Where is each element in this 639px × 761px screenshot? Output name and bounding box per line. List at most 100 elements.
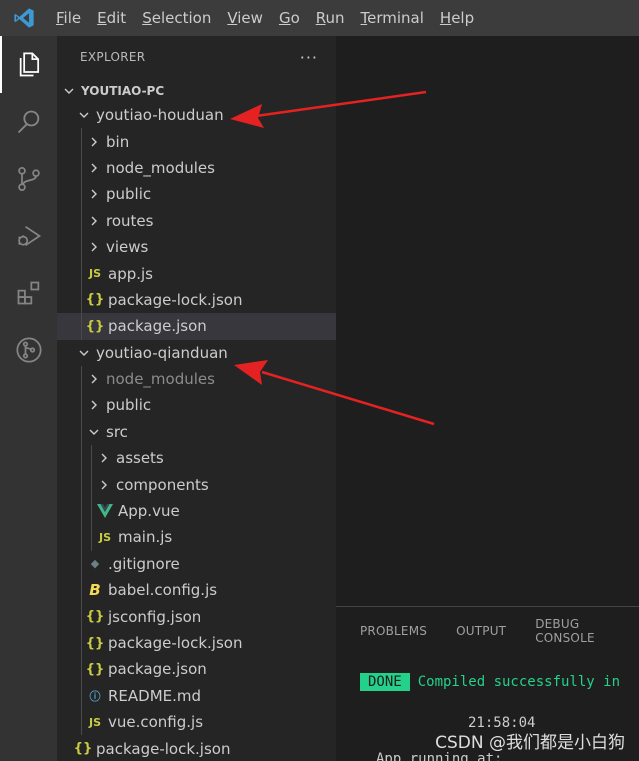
chevron-right-icon: [96, 477, 112, 493]
search-icon[interactable]: [0, 93, 57, 150]
tree-folder-views[interactable]: views: [57, 233, 336, 261]
tree-file-jsconfig-json[interactable]: {} jsconfig.json: [57, 603, 336, 630]
panel-tabs: PROBLEMS OUTPUT DEBUG CONSOLE: [336, 607, 639, 655]
tree-item-label: assets: [116, 449, 164, 468]
explorer-sidebar: EXPLORER ··· YOUTIAO-PC youtiao-houduan b…: [57, 36, 336, 761]
tree-folder-youtiao-qianduan[interactable]: youtiao-qianduan: [57, 340, 336, 366]
tree-folder-node-modules[interactable]: node_modules: [57, 154, 336, 182]
run-debug-icon[interactable]: [0, 207, 57, 264]
tree-folder-bin[interactable]: bin: [57, 128, 336, 155]
tree-file-package-json[interactable]: {} package.json: [57, 656, 336, 683]
indent-guide: [81, 656, 82, 683]
indent-guide: [81, 471, 82, 498]
tree-item-label: routes: [106, 211, 154, 230]
js-file-icon: JS: [88, 267, 101, 281]
chevron-right-icon: [86, 186, 102, 202]
indent-guide: [81, 603, 82, 630]
tree-folder-public[interactable]: public: [57, 392, 336, 419]
tree-file-app-vue[interactable]: App.vue: [57, 497, 336, 525]
info-file-icon: ⓘ: [89, 689, 101, 703]
tree-item-label: README.md: [108, 686, 202, 705]
extensions-icon[interactable]: [0, 264, 57, 321]
tree-folder-node-modules[interactable]: node_modules: [57, 365, 336, 393]
tree-item-label: components: [116, 475, 209, 494]
menu-item-edit[interactable]: Edit: [89, 0, 134, 36]
menu-item-run[interactable]: Run: [308, 0, 353, 36]
explorer-icon[interactable]: [0, 36, 57, 93]
tree-folder-routes[interactable]: routes: [57, 207, 336, 234]
chevron-down-icon: [76, 107, 92, 123]
indent-guide: [81, 445, 82, 472]
chevron-down-icon: [76, 345, 92, 361]
tree-item-label: jsconfig.json: [108, 607, 202, 626]
tree-file-package-lock-json[interactable]: {} package-lock.json: [57, 286, 336, 314]
tree-item-label: package.json: [108, 660, 207, 679]
menu-item-file[interactable]: File: [48, 0, 89, 36]
git-graph-icon[interactable]: [0, 321, 57, 378]
indent-guide: [81, 286, 82, 314]
tree-file-vue-config-js[interactable]: JS vue.config.js: [57, 708, 336, 736]
tree-folder-components[interactable]: components: [57, 471, 336, 498]
tree-file-package-json[interactable]: {} package.json: [57, 313, 336, 340]
tree-item-label: app.js: [108, 264, 153, 283]
indent-guide: [81, 365, 82, 393]
more-actions-icon[interactable]: ···: [300, 48, 318, 67]
tree-item-label: vue.config.js: [108, 713, 204, 732]
bottom-panel: PROBLEMS OUTPUT DEBUG CONSOLE DONE Compi…: [336, 606, 639, 761]
menu-bar: File Edit Selection View Go Run Terminal Help: [48, 0, 482, 36]
tree-folder-assets[interactable]: assets: [57, 445, 336, 472]
tree-file-app-js[interactable]: JS app.js: [57, 260, 336, 287]
tree-file-main-js[interactable]: JS main.js: [57, 524, 336, 551]
json-file-icon: {}: [85, 292, 105, 308]
indent-guide: [81, 418, 82, 446]
tree-file-babel-config-js[interactable]: Bbabel.config.js: [57, 577, 336, 604]
indent-guide: [91, 445, 92, 472]
tree-file-readme-md[interactable]: ⓘ README.md: [57, 682, 336, 709]
tab-problems[interactable]: PROBLEMS: [360, 624, 427, 638]
chevron-down-icon: [86, 424, 102, 440]
tree-file-package-lock-json[interactable]: {} package-lock.json: [57, 735, 336, 761]
chevron-right-icon: [86, 213, 102, 229]
indent-guide: [81, 260, 82, 287]
tree-folder-public[interactable]: public: [57, 181, 336, 208]
menu-item-help[interactable]: Help: [432, 0, 482, 36]
tree-item-label: package.json: [108, 317, 207, 336]
title-bar: File Edit Selection View Go Run Terminal Help: [0, 0, 639, 36]
menu-item-go[interactable]: Go: [271, 0, 308, 36]
tree-item-label: node_modules: [106, 370, 215, 389]
chevron-down-icon: [61, 83, 77, 99]
file-tree: youtiao-houduan bin node_modules public rout…: [57, 102, 336, 761]
git-file-icon: ◆: [90, 557, 100, 571]
tree-item-label: node_modules: [106, 158, 215, 177]
indent-guide: [81, 497, 82, 525]
tree-item-label: package-lock.json: [108, 634, 243, 652]
menu-item-selection[interactable]: Selection: [134, 0, 219, 36]
indent-guide: [81, 207, 82, 234]
indent-guide: [81, 233, 82, 261]
indent-guide: [81, 708, 82, 736]
chevron-right-icon: [86, 371, 102, 387]
indent-guide: [81, 313, 82, 340]
activity-bar: [0, 36, 57, 761]
tree-file-package-lock-json[interactable]: {} package-lock.json: [57, 629, 336, 657]
done-badge: DONE: [360, 673, 410, 691]
tab-output[interactable]: OUTPUT: [456, 624, 506, 638]
tree-folder-src[interactable]: src: [57, 418, 336, 446]
tab-debug-console[interactable]: DEBUG CONSOLE: [535, 617, 610, 645]
tree-folder-youtiao-houduan[interactable]: youtiao-houduan: [57, 102, 336, 128]
tree-file-gitignore[interactable]: ◆ .gitignore: [57, 550, 336, 578]
tree-item-label: youtiao-qianduan: [96, 343, 228, 362]
indent-guide: [81, 181, 82, 208]
menu-item-view[interactable]: View: [219, 0, 271, 36]
tree-item-label: src: [106, 422, 128, 441]
watermark: CSDN @我们都是小白狗: [435, 733, 625, 753]
menu-item-terminal[interactable]: Terminal: [353, 0, 432, 36]
tree-item-label: main.js: [118, 528, 173, 547]
json-file-icon: {}: [85, 318, 105, 334]
indent-guide: [81, 550, 82, 578]
indent-guide: [81, 128, 82, 155]
workspace-section-header[interactable]: YOUTIAO-PC: [57, 80, 336, 102]
indent-guide: [81, 629, 82, 657]
source-control-icon[interactable]: [0, 150, 57, 207]
chevron-right-icon: [86, 397, 102, 413]
